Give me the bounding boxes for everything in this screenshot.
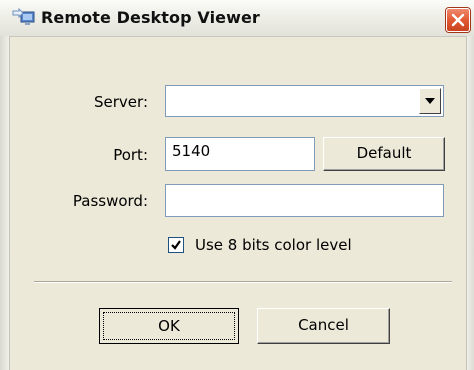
window-frame-right — [466, 36, 474, 370]
port-input[interactable]: 5140 — [165, 137, 315, 171]
default-button[interactable]: Default — [323, 137, 445, 171]
password-label: Password: — [72, 192, 148, 210]
window-title: Remote Desktop Viewer — [41, 8, 260, 27]
close-icon — [451, 13, 465, 27]
cancel-button[interactable]: Cancel — [257, 308, 390, 344]
color-level-checkbox[interactable] — [168, 237, 184, 253]
separator — [34, 281, 452, 283]
ok-button[interactable]: OK — [99, 308, 239, 344]
chevron-down-icon — [425, 98, 435, 104]
close-button[interactable] — [446, 8, 470, 32]
remote-desktop-app-icon — [12, 7, 36, 28]
ok-button-label: OK — [103, 312, 235, 340]
server-dropdown-button[interactable] — [419, 88, 441, 114]
dialog-window: Remote Desktop Viewer Server: Port: 5140… — [0, 0, 474, 370]
title-bar[interactable]: Remote Desktop Viewer — [0, 0, 474, 37]
checkmark-icon — [171, 240, 181, 250]
color-level-label[interactable]: Use 8 bits color level — [195, 236, 352, 254]
window-frame-left — [0, 36, 10, 370]
password-input[interactable] — [165, 184, 444, 217]
server-combobox[interactable] — [165, 85, 444, 117]
port-label: Port: — [113, 146, 148, 164]
server-label: Server: — [94, 93, 148, 111]
